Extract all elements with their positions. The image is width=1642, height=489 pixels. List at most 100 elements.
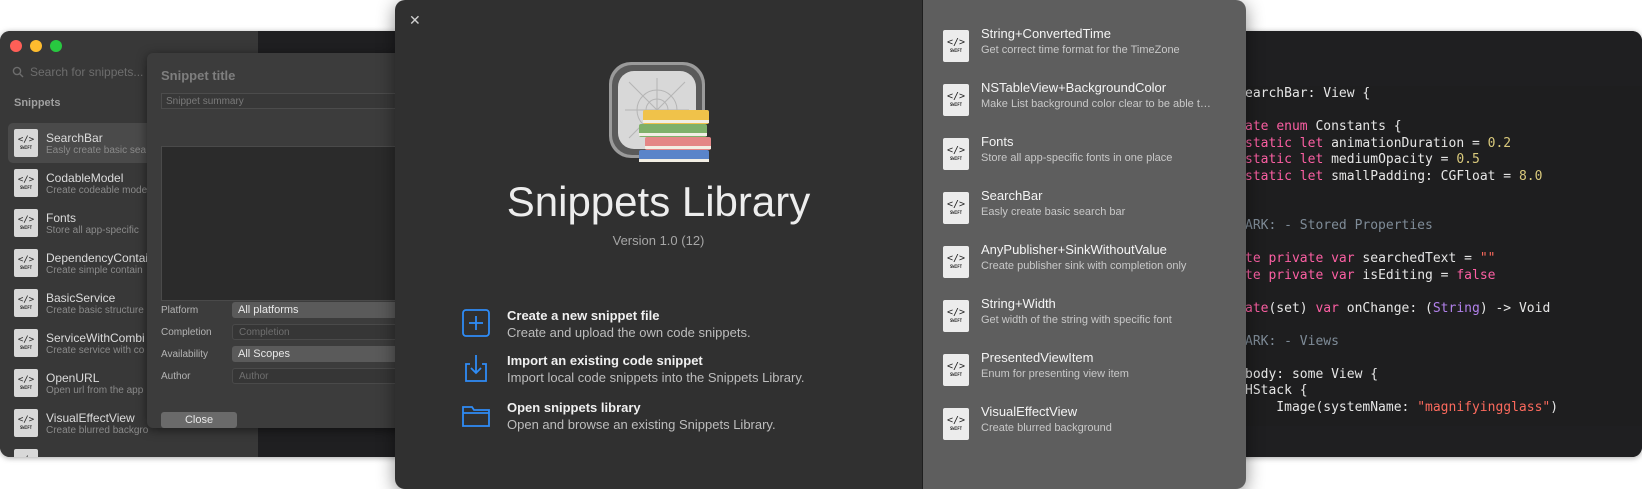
action-title: Create a new snippet file xyxy=(507,308,660,323)
sidebar-snippet-item[interactable]: </>SWIFT ImagePickerSw xyxy=(8,443,248,457)
completion-field[interactable]: Completion xyxy=(232,324,402,340)
app-icon xyxy=(609,62,711,162)
file-icon-code: </> xyxy=(946,37,966,48)
code-token: mediumOpacity = xyxy=(1323,152,1457,167)
file-icon-code: </> xyxy=(17,415,35,425)
file-icon-code: </> xyxy=(17,295,35,305)
swift-file-icon: </>SWIFT xyxy=(943,300,969,332)
recent-snippet-title: NSTableView+BackgroundColor xyxy=(981,80,1167,95)
file-icon-code: </> xyxy=(946,145,966,156)
close-button[interactable]: Close xyxy=(161,412,237,428)
code-token: ) xyxy=(1550,399,1559,415)
open-library-action[interactable]: Open snippets library Open and browse an… xyxy=(461,400,776,432)
recent-snippet-title: SearchBar xyxy=(981,188,1043,203)
code-token: Image(systemName: xyxy=(1245,399,1418,415)
action-title: Import an existing code snippet xyxy=(507,353,703,368)
swift-file-icon: </>SWIFT xyxy=(14,369,38,397)
swift-file-icon: </>SWIFT xyxy=(14,249,38,277)
code-line: Image(systemName: "magnifyingglass") xyxy=(1245,400,1558,415)
file-icon-lang: SWIFT xyxy=(949,48,963,53)
code-line: ate enum Constants { xyxy=(1245,119,1402,134)
swift-file-icon: </>SWIFT xyxy=(943,246,969,278)
recent-snippets-list: </> SWIFT String+ConvertedTime Get correct … xyxy=(943,26,1233,458)
code-token: "" xyxy=(1479,251,1496,266)
recent-snippet-item[interactable]: </> SWIFT SearchBar Easly create basic sear… xyxy=(943,188,1233,242)
code-token: let xyxy=(1299,135,1324,151)
code-token: isEditing = xyxy=(1354,267,1457,283)
zoom-window-button[interactable] xyxy=(50,40,62,52)
sidebar-header: Snippets xyxy=(14,97,61,109)
folder-icon xyxy=(462,406,490,427)
minimize-window-button[interactable] xyxy=(30,40,42,52)
code-line: static let mediumOpacity = 0.5 xyxy=(1245,152,1480,167)
swift-file-icon: </>SWIFT xyxy=(14,129,38,157)
code-token: false xyxy=(1456,267,1496,283)
file-icon-code: </> xyxy=(946,91,966,102)
code-token: searchedText = xyxy=(1354,251,1480,266)
author-field[interactable]: Author xyxy=(232,368,402,384)
recent-snippet-item[interactable]: </> SWIFT VisualEffectView Create blurred b… xyxy=(943,404,1233,458)
file-icon-lang: SWIFT xyxy=(19,385,33,390)
code-token: smallPadding: CGFloat = xyxy=(1323,168,1519,184)
snippet-subtitle: Create simple contain xyxy=(46,264,143,276)
snippet-title: BasicService xyxy=(46,290,116,305)
file-icon-code: </> xyxy=(17,375,35,385)
recent-snippet-item[interactable]: </> SWIFT Fonts Store all app-specific font… xyxy=(943,134,1233,188)
snippet-title-field[interactable]: Snippet title xyxy=(161,68,235,83)
code-editor[interactable]: earchBar: View { ate enum Constants { stat… xyxy=(1245,86,1642,426)
swift-file-icon: </>SWIFT xyxy=(943,408,969,440)
file-icon-lang: SWIFT xyxy=(19,345,33,350)
code-line: earchBar: View { xyxy=(1245,86,1370,101)
recent-snippet-item[interactable]: </> SWIFT NSTableView+BackgroundColor Make … xyxy=(943,80,1233,134)
welcome-panel: ✕ Snippets Library Version 1.0 (12) Crea… xyxy=(395,0,922,489)
file-icon-lang: SWIFT xyxy=(949,264,963,269)
recent-snippet-subtitle: Make List background color clear to be a… xyxy=(981,98,1211,110)
app-version: Version 1.0 (12) xyxy=(612,233,705,248)
action-subtitle: Import local code snippets into the Snip… xyxy=(507,370,805,385)
plus-square-icon xyxy=(462,309,490,337)
swift-file-icon: </>SWIFT xyxy=(943,138,969,170)
code-token: 8.0 xyxy=(1518,168,1543,184)
swift-file-icon: </>SWIFT xyxy=(943,84,969,116)
recent-snippet-item[interactable]: </> SWIFT String+ConvertedTime Get correct … xyxy=(943,26,1233,80)
code-line: static let animationDuration = 0.2 xyxy=(1245,136,1511,151)
snippet-title: ServiceWithCombi xyxy=(46,330,145,345)
recent-snippet-item[interactable]: </> SWIFT AnyPublisher+SinkWithoutValue Cre… xyxy=(943,242,1233,296)
close-icon[interactable]: ✕ xyxy=(409,12,421,29)
file-icon-lang: SWIFT xyxy=(19,225,33,230)
file-icon-code: </> xyxy=(17,215,35,225)
snippet-search[interactable]: Search for snippets... xyxy=(12,65,143,79)
code-token: ARK: - Views xyxy=(1245,333,1339,349)
snippet-summary-field[interactable]: Snippet summary xyxy=(161,93,401,109)
file-icon-lang: SWIFT xyxy=(19,265,33,270)
code-line: ARK: - Stored Properties xyxy=(1245,218,1433,233)
code-token: let xyxy=(1299,152,1324,167)
search-input[interactable]: Search for snippets... xyxy=(30,65,143,79)
snippet-title: DependencyContai xyxy=(46,250,149,265)
recent-snippet-item[interactable]: </> SWIFT PresentedViewItem Enum for presen… xyxy=(943,350,1233,404)
swift-file-icon: </>SWIFT xyxy=(14,169,38,197)
code-token: ARK: - Stored Properties xyxy=(1245,218,1433,233)
code-token: var xyxy=(1331,251,1355,266)
recent-snippet-subtitle: Get width of the string with specific fo… xyxy=(981,314,1172,326)
snippet-code-area[interactable] xyxy=(161,146,403,301)
code-token: ate xyxy=(1245,300,1269,316)
platform-popup[interactable]: All platforms xyxy=(232,302,402,318)
code-line: static let smallPadding: CGFloat = 8.0 xyxy=(1245,169,1542,184)
create-snippet-action[interactable]: Create a new snippet file Create and upl… xyxy=(461,308,751,340)
code-line: te private var isEditing = false xyxy=(1245,268,1495,283)
recent-snippet-subtitle: Create blurred background xyxy=(981,422,1112,434)
code-line: body: some View { xyxy=(1245,367,1378,382)
action-title: Open snippets library xyxy=(507,400,641,415)
file-icon-lang: SWIFT xyxy=(19,425,33,430)
file-icon-code: </> xyxy=(18,455,34,457)
recent-snippet-subtitle: Get correct time format for the TimeZone xyxy=(981,44,1180,56)
availability-popup[interactable]: All Scopes xyxy=(232,346,402,362)
code-token: private xyxy=(1268,267,1324,283)
recent-snippet-item[interactable]: </> SWIFT String+Width Get width of the str… xyxy=(943,296,1233,350)
import-snippet-action[interactable]: Import an existing code snippet Import l… xyxy=(461,353,804,385)
code-token: let xyxy=(1299,168,1324,184)
close-window-button[interactable] xyxy=(10,40,22,52)
